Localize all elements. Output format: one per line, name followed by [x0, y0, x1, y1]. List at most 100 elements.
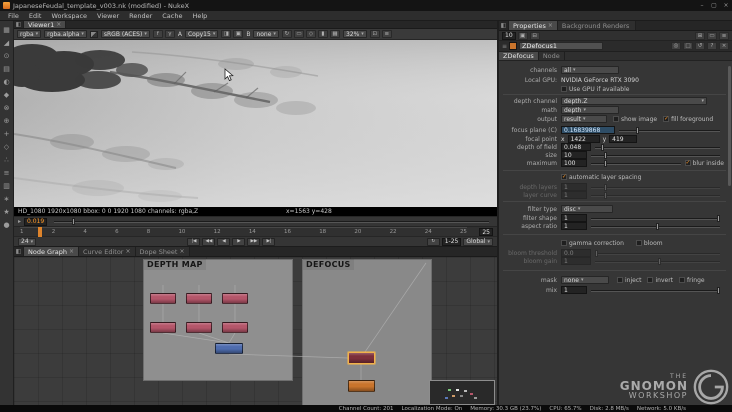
focal-point-y-field[interactable]: 419: [609, 135, 638, 143]
menu-viewer[interactable]: Viewer: [92, 12, 124, 20]
gamma-correction-checkbox[interactable]: [561, 240, 567, 246]
playhead[interactable]: [38, 227, 43, 237]
revert-icon[interactable]: ↺: [695, 42, 705, 50]
merge-tools-icon[interactable]: ⊕: [1, 114, 13, 127]
invert-checkbox[interactable]: [647, 277, 654, 283]
keyer-tools-icon[interactable]: ⊗: [1, 101, 13, 114]
node-color-swatch[interactable]: [509, 42, 518, 50]
layer-curve-field[interactable]: 1: [561, 191, 587, 199]
goto-end-button[interactable]: ▶|: [262, 237, 276, 246]
properties-menu-icon[interactable]: ≡: [719, 31, 729, 40]
menu-file[interactable]: File: [3, 12, 24, 20]
maximize-button[interactable]: ▢: [708, 2, 720, 9]
size-field[interactable]: 10: [561, 151, 587, 159]
wipe-icon[interactable]: ◨: [221, 30, 232, 38]
transform-tools-icon[interactable]: +: [1, 127, 13, 140]
panel-chooser-icon[interactable]: ◧: [14, 247, 24, 256]
mix-slider[interactable]: [591, 286, 720, 294]
zoom-dropdown[interactable]: 32% ▾: [342, 30, 367, 38]
gain-value[interactable]: 0.019: [24, 217, 48, 226]
particles-tools-icon[interactable]: ∴: [1, 153, 13, 166]
node-write[interactable]: [348, 380, 375, 392]
input-b-dropdown[interactable]: none ▾: [253, 30, 279, 38]
loop-button[interactable]: ↻: [426, 237, 440, 246]
auto-layer-spacing-checkbox[interactable]: ✓: [561, 174, 567, 180]
color-tools-icon[interactable]: ◐: [1, 75, 13, 88]
play-backward-button[interactable]: ◀◀: [202, 237, 216, 246]
filter-shape-slider[interactable]: [591, 214, 720, 222]
tab-zdefocus[interactable]: ZDefocus: [499, 52, 539, 60]
3d-tools-icon[interactable]: ◇: [1, 140, 13, 153]
layer-dropdown[interactable]: rgba ▾: [17, 30, 42, 38]
fill-foreground-checkbox[interactable]: ✓: [663, 116, 670, 122]
other-tools-icon[interactable]: ●: [1, 218, 13, 231]
channel-tools-icon[interactable]: ▤: [1, 62, 13, 75]
tab-close-icon[interactable]: ×: [56, 21, 61, 28]
node-grade-2[interactable]: [186, 293, 212, 304]
node-grade-3[interactable]: [222, 293, 248, 304]
center-node-icon[interactable]: ◎: [671, 42, 681, 50]
max-panels-field[interactable]: 10: [502, 31, 516, 40]
panel-chooser-icon[interactable]: ◧: [14, 21, 24, 28]
checker-icon[interactable]: ▦: [329, 30, 340, 38]
filter-type-dropdown[interactable]: disc ▾: [561, 205, 613, 213]
frame-ruler[interactable]: 1 2 4 6 8 10 12 14 16 18 20 22 24 25 25: [14, 226, 497, 237]
blur-inside-checkbox[interactable]: ✓: [684, 160, 691, 166]
gain-slider[interactable]: [54, 218, 489, 225]
mask-dropdown[interactable]: none ▾: [561, 276, 609, 284]
gamma-icon[interactable]: γ: [164, 30, 175, 38]
bloom-gain-field[interactable]: 1: [561, 257, 591, 265]
viewer-menu-icon[interactable]: ≡: [381, 30, 392, 38]
toolsets-icon[interactable]: ★: [1, 205, 13, 218]
layer-curve-slider[interactable]: [591, 191, 720, 199]
goto-start-button[interactable]: |◀: [187, 237, 201, 246]
range-mode-dropdown[interactable]: Global ▾: [463, 237, 493, 246]
node-name-field[interactable]: ZDefocus1: [519, 42, 604, 50]
step-forward-button[interactable]: ▶: [232, 237, 246, 246]
node-grade-6[interactable]: [222, 322, 248, 333]
show-image-checkbox[interactable]: [613, 116, 619, 122]
metadata-tools-icon[interactable]: ∗: [1, 192, 13, 205]
tab-node[interactable]: Node: [538, 52, 565, 60]
pause-icon[interactable]: ▮: [317, 30, 328, 38]
tab-dope-sheet[interactable]: Dope Sheet ×: [135, 247, 190, 256]
depth-layers-slider[interactable]: [591, 183, 720, 191]
focus-plane-slider[interactable]: [619, 126, 720, 134]
clear-panels-icon[interactable]: ⊟: [529, 31, 540, 40]
gain-icon[interactable]: f: [152, 30, 163, 38]
float-panel-icon[interactable]: □: [683, 42, 693, 50]
aspect-ratio-slider[interactable]: [591, 222, 720, 230]
bloom-checkbox[interactable]: [635, 240, 642, 246]
aspect-ratio-field[interactable]: 1: [561, 222, 587, 230]
play-forward-button[interactable]: ▶▶: [247, 237, 261, 246]
size-slider[interactable]: [591, 151, 720, 159]
use-gpu-checkbox[interactable]: [561, 86, 567, 92]
depth-of-field-field[interactable]: 0.048: [561, 143, 591, 151]
fps-dropdown[interactable]: 24 ▾: [18, 237, 37, 246]
step-back-button[interactable]: ◀: [217, 237, 231, 246]
node-grade-4[interactable]: [150, 322, 176, 333]
tab-background-renders[interactable]: Background Renders: [557, 21, 637, 30]
time-tools-icon[interactable]: ⊙: [1, 49, 13, 62]
close-panel-icon[interactable]: ×: [719, 42, 729, 50]
menu-cache[interactable]: Cache: [157, 12, 187, 20]
drag-handle-icon[interactable]: ≡: [502, 43, 507, 50]
menu-help[interactable]: Help: [187, 12, 212, 20]
output-dropdown[interactable]: result ▾: [561, 115, 607, 123]
node-copy[interactable]: [215, 343, 243, 354]
maximum-slider[interactable]: [591, 159, 681, 167]
expand-panels-icon[interactable]: ⊞: [695, 31, 705, 40]
help-icon[interactable]: ?: [707, 42, 717, 50]
tab-viewer1[interactable]: Viewer1 ×: [24, 21, 67, 29]
views-tools-icon[interactable]: ▥: [1, 179, 13, 192]
bloom-threshold-field[interactable]: 0.0: [561, 249, 591, 257]
input-a-dropdown[interactable]: Copy15 ▾: [184, 30, 219, 38]
node-zdefocus[interactable]: [348, 352, 375, 364]
menu-workspace[interactable]: Workspace: [46, 12, 92, 20]
filter-shape-field[interactable]: 1: [561, 214, 587, 222]
tab-curve-editor[interactable]: Curve Editor ×: [79, 247, 136, 256]
mix-field[interactable]: 1: [561, 286, 587, 294]
viewer-process-dropdown[interactable]: sRGB (ACES) ▾: [100, 30, 150, 38]
fringe-checkbox[interactable]: [679, 277, 686, 283]
proxy-icon[interactable]: ◇: [305, 30, 316, 38]
